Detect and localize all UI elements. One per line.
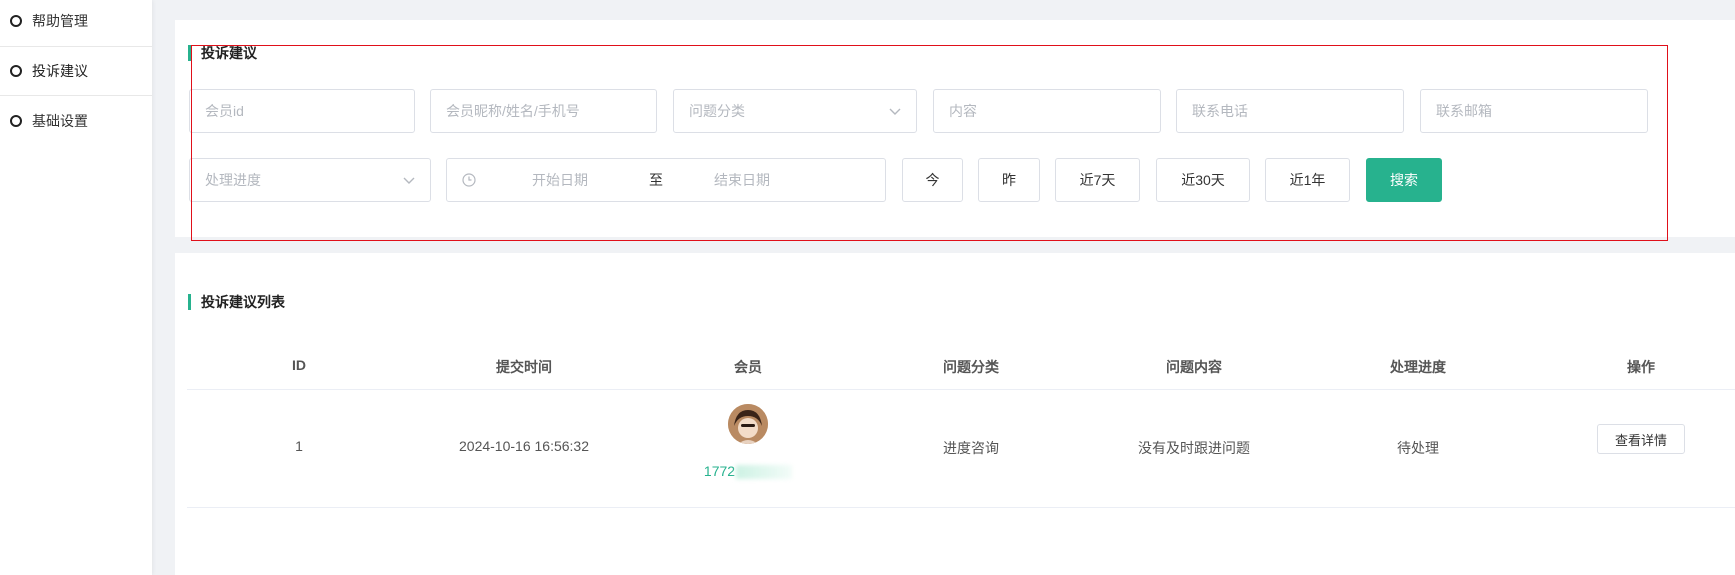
email-input[interactable] [1420, 89, 1648, 133]
search-section-title: 投诉建议 [188, 43, 257, 63]
circle-icon [10, 65, 22, 77]
category-select[interactable]: 问题分类 [673, 89, 917, 133]
start-date-input[interactable]: 开始日期 [532, 170, 588, 190]
cell-status: 待处理 [1397, 440, 1439, 456]
column-header-submit-time: 提交时间 [496, 359, 552, 375]
member-name-field[interactable] [446, 103, 641, 119]
blurred-redaction [736, 465, 793, 480]
table-header: ID 提交时间 会员 问题分类 问题内容 处理进度 操作 [187, 343, 1735, 390]
member-id-field[interactable] [205, 103, 399, 119]
cell-submit-time: 2024-10-16 16:56:32 [459, 438, 589, 454]
content-field[interactable] [949, 103, 1145, 119]
column-header-category: 问题分类 [943, 359, 999, 375]
member-name-input[interactable] [430, 89, 657, 133]
range-separator: 至 [649, 172, 663, 188]
sidebar-item-complaints[interactable]: 投诉建议 [0, 46, 152, 96]
status-select[interactable]: 处理进度 [189, 158, 431, 202]
chevron-down-icon [403, 177, 415, 184]
column-header-status: 处理进度 [1390, 359, 1446, 375]
sidebar-item-basic-settings[interactable]: 基础设置 [0, 96, 152, 146]
today-button[interactable]: 今 [902, 158, 963, 202]
end-date-input[interactable]: 结束日期 [714, 170, 770, 190]
column-header-id: ID [292, 357, 306, 373]
yesterday-button[interactable]: 昨 [978, 158, 1040, 202]
column-header-content: 问题内容 [1166, 359, 1222, 375]
avatar [728, 404, 768, 444]
phone-input[interactable] [1176, 89, 1404, 133]
avatar-image [728, 404, 768, 444]
last-1-year-button[interactable]: 近1年 [1265, 158, 1350, 202]
date-range-picker[interactable]: 开始日期 至 结束日期 [446, 158, 886, 202]
list-section-title: 投诉建议列表 [188, 292, 285, 312]
column-header-action: 操作 [1627, 359, 1655, 375]
title-accent-bar [188, 294, 191, 310]
search-button[interactable]: 搜索 [1366, 158, 1442, 202]
table-row: 1 2024-10-16 16:56:32 1772 进度咨询 没有及时跟进问题… [187, 390, 1735, 508]
circle-icon [10, 115, 22, 127]
sidebar-item-help-management[interactable]: 帮助管理 [0, 0, 152, 46]
sidebar-item-label: 投诉建议 [32, 63, 88, 79]
sidebar: 帮助管理 投诉建议 基础设置 [0, 0, 152, 575]
last-7-days-button[interactable]: 近7天 [1055, 158, 1140, 202]
member-id-link[interactable]: 1772 [704, 463, 793, 480]
clock-icon [462, 173, 476, 187]
circle-icon [10, 15, 22, 27]
cell-id: 1 [295, 438, 303, 454]
sidebar-item-label: 基础设置 [32, 113, 88, 129]
view-details-button[interactable]: 查看详情 [1597, 424, 1685, 454]
cell-category: 进度咨询 [943, 440, 999, 456]
column-header-member: 会员 [734, 359, 762, 375]
complaints-table: ID 提交时间 会员 问题分类 问题内容 处理进度 操作 1 2024-10-1… [187, 343, 1735, 508]
email-field[interactable] [1436, 103, 1632, 119]
sidebar-item-label: 帮助管理 [32, 13, 88, 29]
title-accent-bar [188, 45, 191, 61]
last-30-days-button[interactable]: 近30天 [1156, 158, 1250, 202]
chevron-down-icon [889, 108, 901, 115]
content-input[interactable] [933, 89, 1161, 133]
member-id-input[interactable] [189, 89, 415, 133]
phone-field[interactable] [1192, 103, 1388, 119]
cell-content: 没有及时跟进问题 [1138, 440, 1250, 456]
